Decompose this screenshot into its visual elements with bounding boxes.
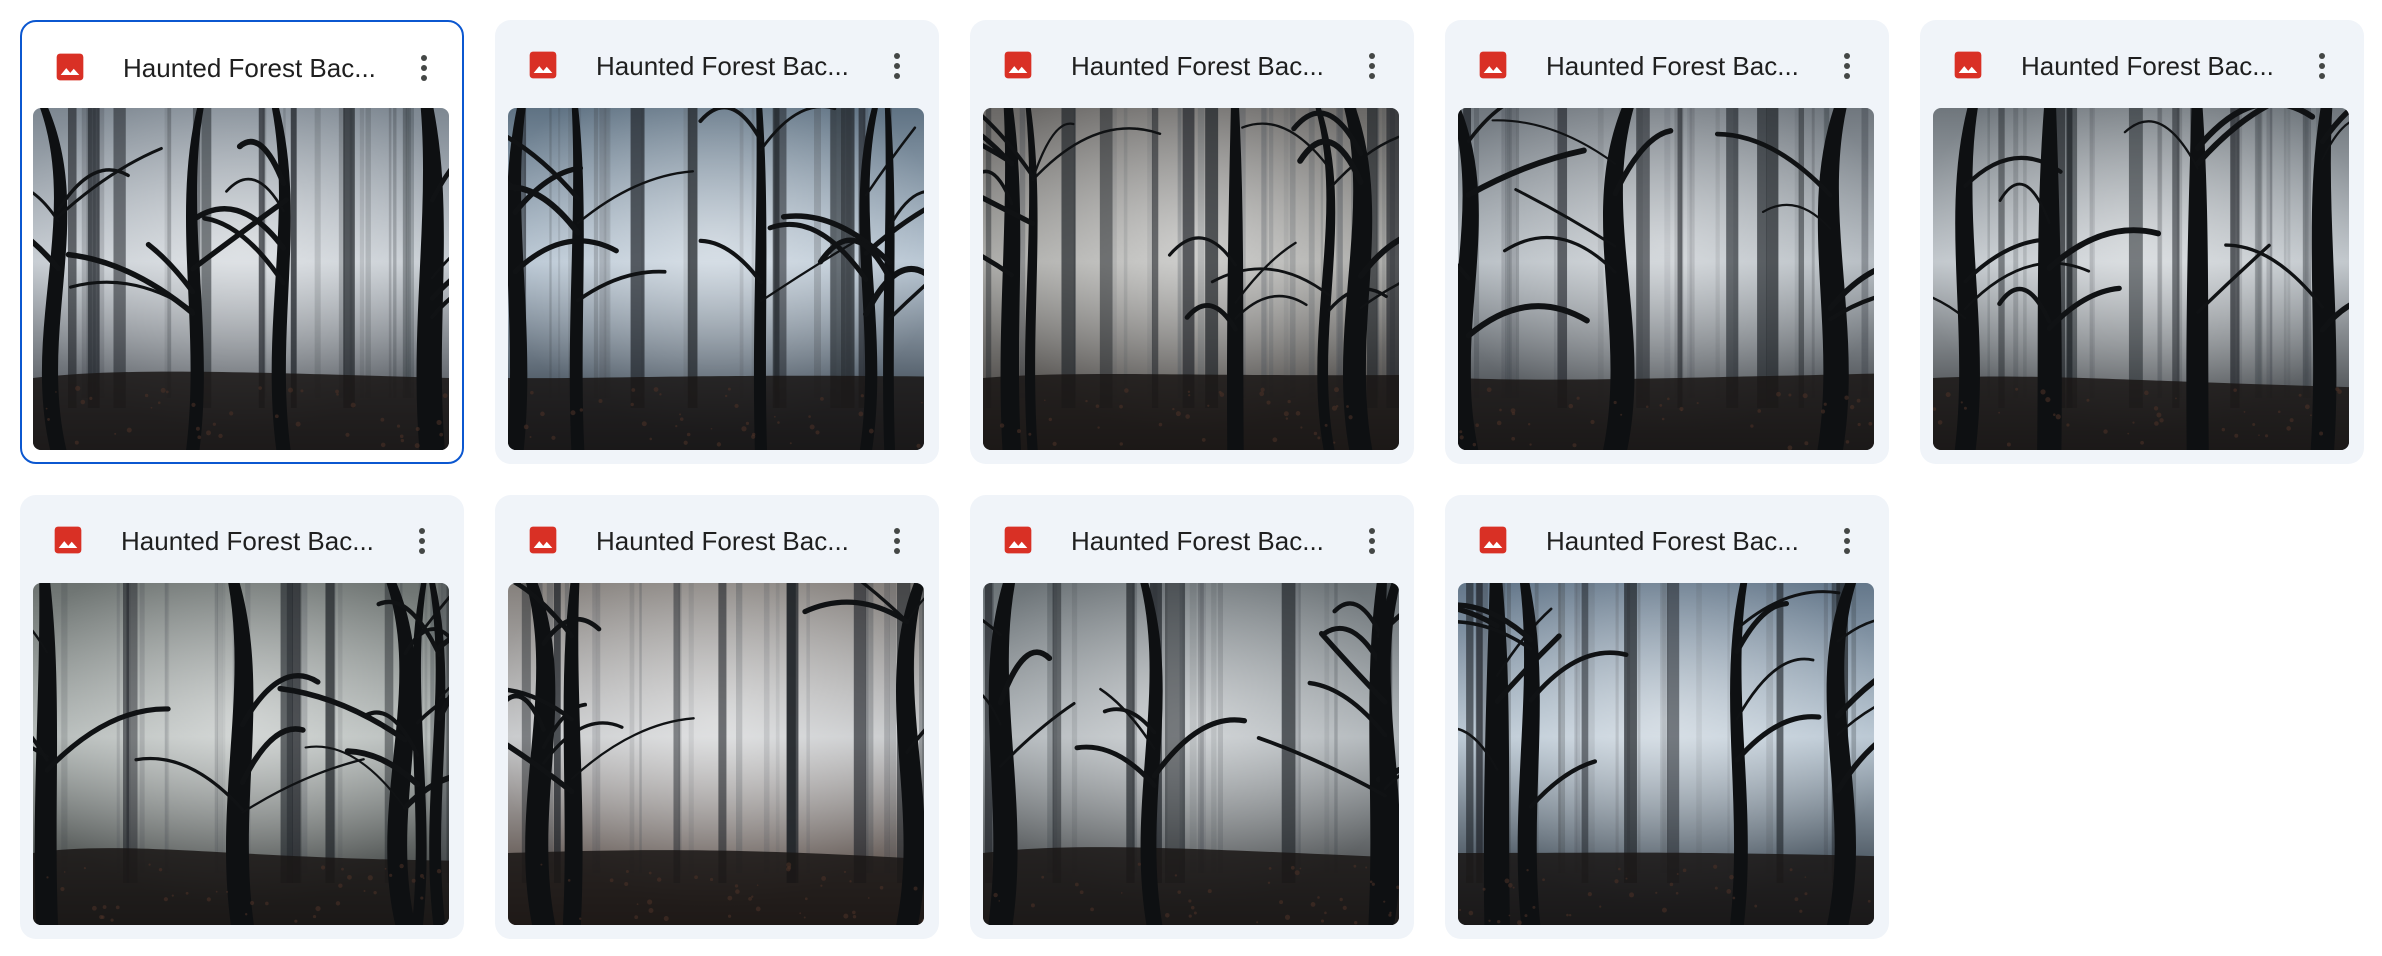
more-actions-button[interactable] (875, 519, 919, 563)
more-vert-icon (1844, 53, 1850, 79)
more-actions-button[interactable] (1825, 519, 1869, 563)
image-thumbnail[interactable] (33, 108, 449, 450)
image-thumbnail[interactable] (1458, 108, 1874, 450)
file-card[interactable]: Haunted Forest Bac... (1920, 20, 2364, 464)
file-card[interactable]: Haunted Forest Bac... (20, 495, 464, 939)
more-vert-icon (1369, 528, 1375, 554)
image-thumbnail[interactable] (983, 583, 1399, 925)
more-actions-button[interactable] (1350, 44, 1394, 88)
file-name[interactable]: Haunted Forest Bac... (596, 48, 866, 84)
file-name[interactable]: Haunted Forest Bac... (596, 523, 866, 559)
file-card[interactable]: Haunted Forest Bac... (1445, 20, 1889, 464)
more-actions-button[interactable] (400, 519, 444, 563)
image-file-icon (1002, 49, 1034, 81)
more-actions-button[interactable] (2300, 44, 2344, 88)
image-file-icon (1002, 524, 1034, 556)
file-card[interactable]: Haunted Forest Bac... (495, 20, 939, 464)
file-name[interactable]: Haunted Forest Bac... (1546, 523, 1816, 559)
file-card[interactable]: Haunted Forest Bac... (970, 495, 1414, 939)
image-file-icon (527, 524, 559, 556)
file-card-header: Haunted Forest Bac... (495, 495, 939, 583)
image-thumbnail[interactable] (508, 108, 924, 450)
file-name[interactable]: Haunted Forest Bac... (1546, 48, 1816, 84)
file-card-header: Haunted Forest Bac... (495, 20, 939, 108)
file-card[interactable]: Haunted Forest Bac... (970, 20, 1414, 464)
file-card-header: Haunted Forest Bac... (1445, 495, 1889, 583)
file-name[interactable]: Haunted Forest Bac... (123, 50, 393, 86)
image-file-icon (527, 49, 559, 81)
file-card[interactable]: Haunted Forest Bac... (20, 20, 464, 464)
more-actions-button[interactable] (1825, 44, 1869, 88)
image-thumbnail[interactable] (508, 583, 924, 925)
file-name[interactable]: Haunted Forest Bac... (2021, 48, 2291, 84)
file-card-header: Haunted Forest Bac... (970, 495, 1414, 583)
more-actions-button[interactable] (1350, 519, 1394, 563)
image-file-icon (54, 51, 86, 83)
image-file-icon (1952, 49, 1984, 81)
more-vert-icon (421, 55, 427, 81)
file-name[interactable]: Haunted Forest Bac... (1071, 523, 1341, 559)
image-file-icon (1477, 524, 1509, 556)
image-thumbnail[interactable] (1458, 583, 1874, 925)
more-vert-icon (894, 528, 900, 554)
file-name[interactable]: Haunted Forest Bac... (1071, 48, 1341, 84)
image-file-icon (52, 524, 84, 556)
more-vert-icon (2319, 53, 2325, 79)
file-grid: Haunted Forest Bac... Haunted Forest Bac.… (20, 20, 2364, 939)
file-card-header: Haunted Forest Bac... (20, 495, 464, 583)
more-vert-icon (894, 53, 900, 79)
more-actions-button[interactable] (875, 44, 919, 88)
image-thumbnail[interactable] (983, 108, 1399, 450)
file-card-header: Haunted Forest Bac... (22, 22, 462, 110)
image-file-icon (1477, 49, 1509, 81)
file-name[interactable]: Haunted Forest Bac... (121, 523, 391, 559)
more-vert-icon (419, 528, 425, 554)
file-card-header: Haunted Forest Bac... (1920, 20, 2364, 108)
more-vert-icon (1369, 53, 1375, 79)
file-card-header: Haunted Forest Bac... (970, 20, 1414, 108)
more-actions-button[interactable] (402, 46, 446, 90)
file-card[interactable]: Haunted Forest Bac... (1445, 495, 1889, 939)
image-thumbnail[interactable] (33, 583, 449, 925)
image-thumbnail[interactable] (1933, 108, 2349, 450)
file-card[interactable]: Haunted Forest Bac... (495, 495, 939, 939)
file-card-header: Haunted Forest Bac... (1445, 20, 1889, 108)
more-vert-icon (1844, 528, 1850, 554)
